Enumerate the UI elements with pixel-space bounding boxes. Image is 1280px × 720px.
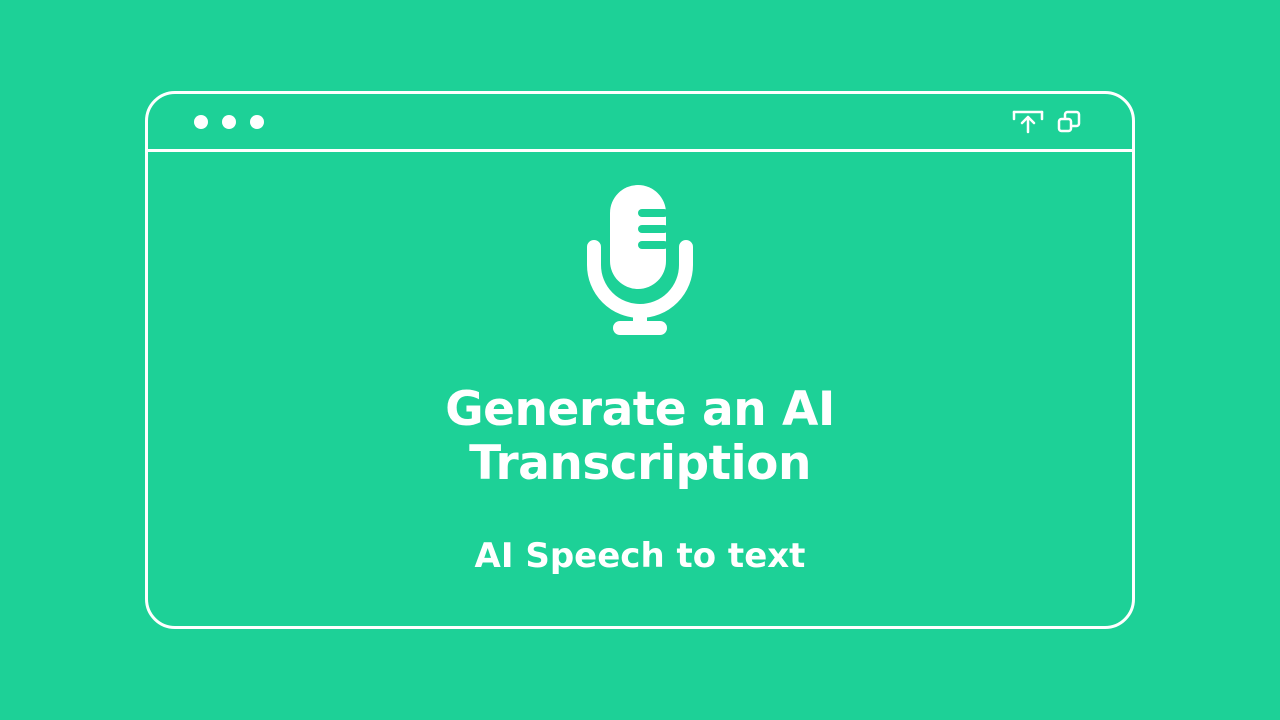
- title-line-2: Transcription: [469, 436, 811, 491]
- window-dots: [194, 115, 264, 129]
- window-controls: [1012, 109, 1088, 135]
- subtitle: AI Speech to text: [474, 536, 806, 576]
- window-dot-1: [194, 115, 208, 129]
- window-dot-2: [222, 115, 236, 129]
- restore-window-icon[interactable]: [1056, 109, 1088, 135]
- window-titlebar: [148, 94, 1132, 152]
- window-dot-3: [250, 115, 264, 129]
- title-line-1: Generate an AI: [445, 382, 835, 437]
- microphone-icon: [586, 185, 694, 337]
- share-upload-icon[interactable]: [1012, 109, 1044, 135]
- page-title: Generate an AI Transcription: [145, 383, 1135, 491]
